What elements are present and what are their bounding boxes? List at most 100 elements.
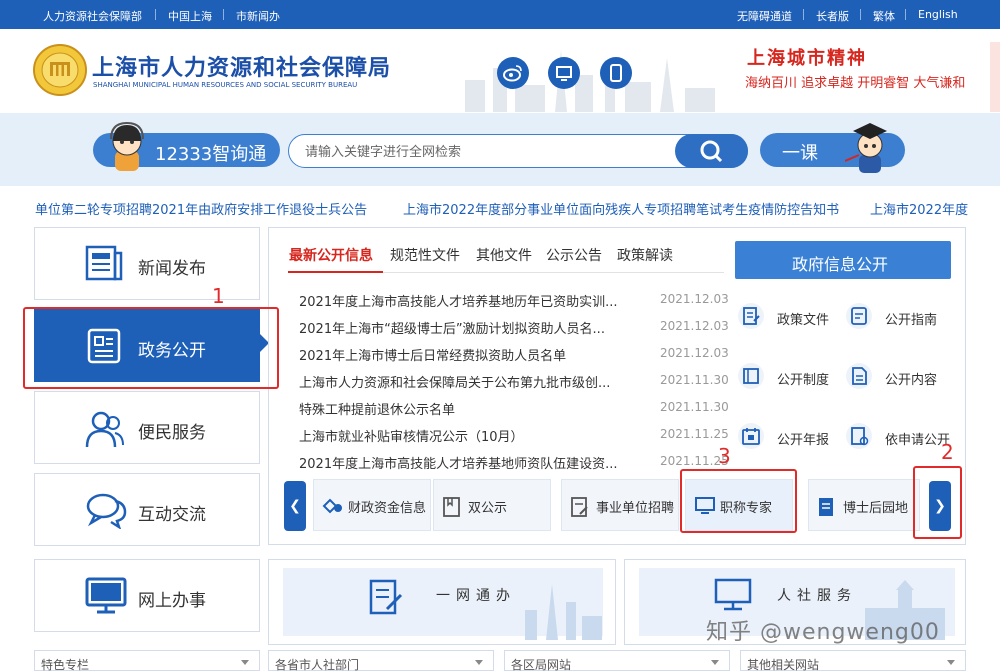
news-item-title[interactable]: 2021年度上海市高技能人才培养基地师资队伍建设资... <box>299 453 617 472</box>
link-accessibility[interactable]: 无障碍通道 <box>737 8 792 24</box>
select-provincial-departments[interactable]: 各省市人社部门 <box>268 650 494 671</box>
link-elder-version[interactable]: 长者版 <box>816 8 849 24</box>
guide-icon <box>846 303 872 329</box>
select-value: 其他相关网站 <box>747 658 820 671</box>
nav-label: 网上办事 <box>138 591 206 611</box>
link-traditional[interactable]: 繁体 <box>873 8 895 24</box>
news-item-date: 2021.11.30 <box>660 400 729 414</box>
mobile-icon[interactable] <box>600 57 632 89</box>
link-mohrss[interactable]: 人力资源社会保障部 <box>43 8 142 24</box>
news-item-title[interactable]: 上海市人力资源和社会保障局关于公布第九批市级创... <box>299 372 610 391</box>
marquee-item[interactable]: 上海市2022年度 <box>870 199 968 218</box>
active-tab-underline <box>288 271 383 273</box>
mascot-headset-icon <box>105 121 149 171</box>
tab-public-notices[interactable]: 公示公告 <box>546 245 602 265</box>
select-featured-columns[interactable]: 特色专栏 <box>34 650 260 671</box>
marquee-item[interactable]: 上海市2022年度部分事业单位面向残疾人专项招聘笔试考生疫情防控告知书 <box>403 199 839 218</box>
banner-label-one-network: 一网通办 <box>436 588 516 604</box>
side-banner-decoration <box>990 42 1000 112</box>
tab-policy-interpretation[interactable]: 政策解读 <box>617 245 673 265</box>
news-item-title[interactable]: 特殊工种提前退休公示名单 <box>299 399 455 418</box>
annotation-box-1 <box>23 307 279 389</box>
postdoc-doc-icon <box>817 496 837 518</box>
policy-doc-icon <box>738 303 764 329</box>
system-book-icon <box>738 363 764 389</box>
carousel-prev-button[interactable]: ❮ <box>284 481 306 531</box>
link-china-shanghai[interactable]: 中国上海 <box>168 8 212 24</box>
divider <box>803 9 804 20</box>
emblem-logo-icon[interactable] <box>33 44 87 96</box>
select-related-sites[interactable]: 其他相关网站 <box>740 650 966 671</box>
news-item-date: 2021.12.03 <box>660 319 729 333</box>
recruit-doc-icon <box>570 496 590 518</box>
people-icon <box>85 409 125 449</box>
city-spirit-motto: 海纳百川 追求卓越 开明睿智 大气谦和 <box>745 76 966 91</box>
skyline-decoration <box>520 580 610 640</box>
link-news-office[interactable]: 市新闻办 <box>236 8 280 24</box>
quick-link-finance-info[interactable]: 财政资金信息 <box>313 479 431 531</box>
smart-inquiry-label: 12333智询通 <box>155 144 267 165</box>
search-input[interactable] <box>305 142 665 162</box>
news-item-date: 2021.12.03 <box>660 292 729 306</box>
link-english[interactable]: English <box>918 8 958 21</box>
select-district-sites[interactable]: 各区局网站 <box>504 650 730 671</box>
weibo-icon[interactable] <box>497 57 529 89</box>
annotation-number: 1 <box>212 284 225 308</box>
announcement-marquee: 单位第二轮专项招聘2021年由政府安排工作退役士兵公告 上海市2022年度部分事… <box>0 194 1000 220</box>
tab-latest-info[interactable]: 最新公开信息 <box>289 245 373 265</box>
select-value: 各区局网站 <box>511 658 572 671</box>
news-item-date: 2021.11.25 <box>660 427 729 441</box>
quick-link-double-publicity[interactable]: 双公示 <box>433 479 551 531</box>
tab-other-docs[interactable]: 其他文件 <box>476 245 532 265</box>
content-doc-icon <box>846 363 872 389</box>
search-icon <box>700 140 723 163</box>
mascot-graduate-icon <box>845 121 895 173</box>
site-title[interactable]: 上海市人力资源和社会保障局 <box>92 50 391 82</box>
news-item-date: 2021.11.30 <box>660 373 729 387</box>
quick-link-label: 博士后园地 <box>843 501 909 516</box>
chat-icon <box>85 491 127 529</box>
annotation-box-3 <box>680 469 797 533</box>
news-item-title[interactable]: 上海市就业补贴审核情况公示（10月） <box>299 426 524 445</box>
gov-link-policy-docs[interactable]: 政策文件 <box>777 309 829 328</box>
quick-link-postdoc-garden[interactable]: 博士后园地 <box>808 479 920 531</box>
chevron-down-icon <box>475 660 483 665</box>
search-button[interactable] <box>675 134 748 168</box>
marquee-item[interactable]: 单位第二轮专项招聘2021年由政府安排工作退役士兵公告 <box>35 199 367 218</box>
tab-normative-docs[interactable]: 规范性文件 <box>390 245 460 265</box>
gov-link-annual-report[interactable]: 公开年报 <box>777 429 829 448</box>
annotation-number: 3 <box>718 444 731 468</box>
news-item-title[interactable]: 2021年上海市博士后日常经费拟资助人员名单 <box>299 345 566 364</box>
annotation-box-2 <box>913 466 962 539</box>
nav-news-release[interactable]: 新闻发布 <box>34 227 260 300</box>
bookmark-doc-icon <box>442 496 462 518</box>
gov-link-public-content[interactable]: 公开内容 <box>885 369 937 388</box>
annotation-number: 2 <box>941 440 954 464</box>
finance-icon <box>322 496 344 516</box>
news-item-date: 2021.12.03 <box>660 346 729 360</box>
screen-service-icon <box>714 578 752 614</box>
news-icon <box>85 245 123 281</box>
chevron-down-icon <box>947 660 955 665</box>
gov-info-public-label: 政府信息公开 <box>792 255 889 274</box>
site-subtitle: SHANGHAI MUNICIPAL HUMAN RESOURCES AND S… <box>93 81 358 89</box>
gov-link-public-system[interactable]: 公开制度 <box>777 369 829 388</box>
quick-link-label: 事业单位招聘 <box>596 501 675 516</box>
gov-link-public-guide[interactable]: 公开指南 <box>885 309 937 328</box>
nav-online-service[interactable]: 网上办事 <box>34 559 260 632</box>
chevron-left-icon: ❮ <box>289 498 301 514</box>
monitor-icon <box>85 577 127 615</box>
select-value: 特色专栏 <box>41 658 90 671</box>
news-item-title[interactable]: 2021年上海市“超级博士后”激励计划拟资助人员名... <box>299 318 605 337</box>
watermark: 知乎 @wengweng00 <box>706 620 940 645</box>
nav-label: 便民服务 <box>138 423 206 443</box>
nav-public-service[interactable]: 便民服务 <box>34 391 260 464</box>
divider <box>155 9 156 20</box>
skyline-decoration <box>455 40 725 112</box>
banner-label-social-service: 人社服务 <box>777 588 857 604</box>
top-bar: 人力资源社会保障部 中国上海 市新闻办 无障碍通道 长者版 繁体 English <box>0 0 1000 29</box>
nav-interaction[interactable]: 互动交流 <box>34 473 260 546</box>
desktop-icon[interactable] <box>548 57 580 89</box>
news-item-title[interactable]: 2021年度上海市高技能人才培养基地历年已资助实训... <box>299 291 617 310</box>
quick-link-institution-recruitment[interactable]: 事业单位招聘 <box>561 479 679 531</box>
